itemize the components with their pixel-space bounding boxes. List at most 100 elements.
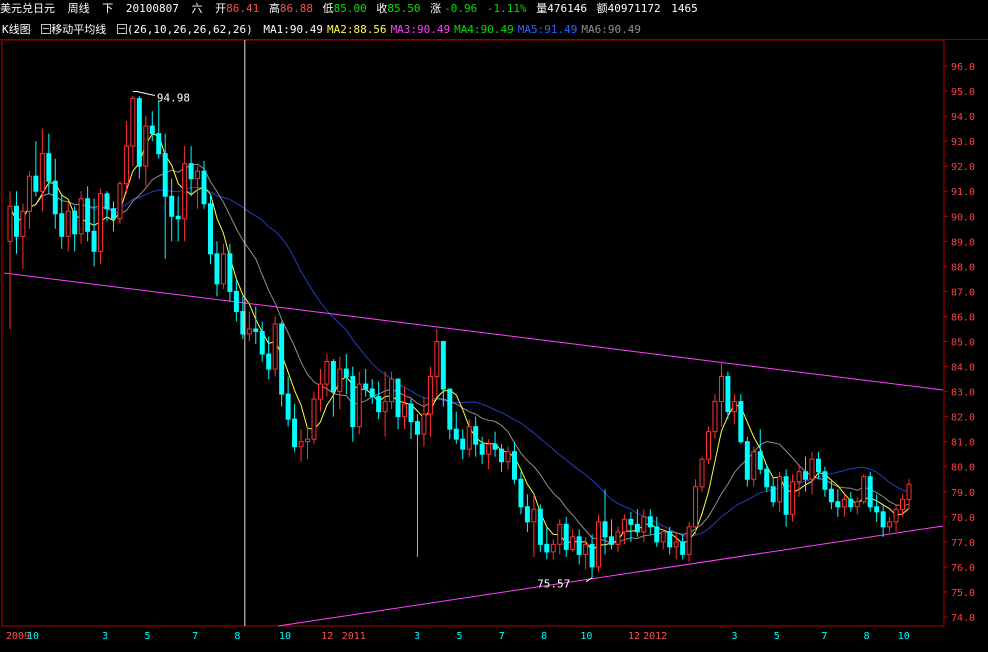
candle-body (143, 125, 149, 167)
candle (376, 381, 382, 420)
candle-body (815, 458, 821, 473)
candle-body (803, 471, 809, 480)
y-tick-label: 79.0 (951, 488, 975, 499)
candle (861, 474, 867, 505)
candle-body (602, 521, 608, 538)
candle-body (576, 536, 582, 555)
candle (783, 469, 789, 527)
x-tick-label: 10 (580, 631, 592, 642)
candle (505, 446, 511, 470)
candlestick-chart[interactable]: 96.0 95.0 94.0 93.0 92.0 91.0 90.0 89.0 88.0 87.0… (0, 0, 988, 652)
candle-body (408, 403, 414, 423)
x-tick-label: 8 (541, 631, 547, 642)
candle-body (130, 98, 136, 147)
candle-body (305, 438, 311, 443)
candle (460, 429, 466, 460)
y-tick-label: 77.0 (951, 538, 975, 549)
candle-body (712, 401, 718, 433)
candle-body (395, 378, 401, 418)
candle (887, 516, 893, 532)
candle (220, 243, 226, 289)
candle-body (162, 153, 168, 197)
candle-body (156, 133, 162, 155)
x-tick-label: 7 (192, 631, 198, 642)
candle-body (363, 383, 369, 390)
x-tick-label: 5 (774, 631, 780, 642)
x-tick-label: 7 (821, 631, 827, 642)
candle-body (220, 253, 226, 285)
candle-body (110, 208, 116, 220)
candle (466, 419, 472, 457)
candle-body (667, 531, 673, 548)
candle (667, 526, 673, 555)
candle-body (854, 501, 860, 508)
candle (557, 519, 563, 555)
candle-body (809, 458, 815, 480)
candle-body (906, 483, 912, 500)
candle (596, 514, 602, 572)
candle (259, 321, 265, 362)
y-tick-label: 78.0 (951, 513, 975, 524)
candle (790, 474, 796, 522)
candle-body (841, 498, 847, 508)
candle-body (531, 508, 537, 523)
candle-body (583, 543, 589, 555)
candle-body (33, 175, 39, 192)
y-tick-label: 76.0 (951, 563, 975, 574)
candle (208, 193, 213, 264)
candle-body (673, 541, 679, 548)
candle (757, 429, 763, 475)
candle-body (479, 443, 485, 455)
candle (72, 206, 78, 252)
candle-body (608, 536, 614, 545)
high-annotation: 94.98 (157, 92, 190, 105)
candle-body (893, 508, 899, 523)
candle-body (900, 498, 906, 510)
candle (156, 101, 162, 159)
candle-body (298, 441, 304, 448)
candle (421, 396, 427, 447)
candle-body (615, 531, 621, 545)
x-tick-label: 10 (27, 631, 39, 642)
candle-body (751, 451, 757, 480)
candle (537, 504, 543, 552)
candle-body (693, 486, 699, 528)
x-tick-label: 2011 (342, 631, 366, 642)
candle (589, 534, 595, 578)
candle (854, 496, 860, 515)
candle (123, 121, 129, 194)
candle (570, 529, 576, 552)
candle-body (59, 213, 65, 237)
candle-body (78, 198, 84, 235)
x-tick-label: 8 (234, 631, 240, 642)
candle-body (880, 511, 886, 528)
candle (893, 504, 899, 532)
candle-body (382, 401, 388, 413)
candle-body (72, 210, 78, 235)
plot-frame (1, 39, 945, 627)
candle-body (744, 441, 750, 480)
candle-body (136, 98, 142, 167)
candle-body (46, 153, 52, 182)
y-tick-label: 96.0 (951, 62, 975, 73)
candle (98, 188, 104, 264)
y-tick-label: 94.0 (951, 112, 975, 123)
candle-body (272, 323, 278, 370)
candle (253, 306, 259, 345)
candle-body (324, 361, 330, 385)
candle-body (647, 516, 653, 528)
y-tick-label: 81.0 (951, 438, 975, 449)
x-tick-label: 12 (321, 631, 333, 642)
candle-body (790, 481, 796, 515)
y-tick-label: 82.0 (951, 413, 975, 424)
candle-body (473, 426, 479, 445)
candle (104, 191, 110, 222)
candle-body (343, 368, 349, 378)
candle-body (505, 451, 511, 463)
candle-body (557, 523, 563, 545)
candle (492, 431, 498, 457)
x-tick-label: 10 (898, 631, 910, 642)
candle (641, 509, 647, 542)
candle-body (537, 508, 543, 545)
candle-body (518, 478, 524, 508)
